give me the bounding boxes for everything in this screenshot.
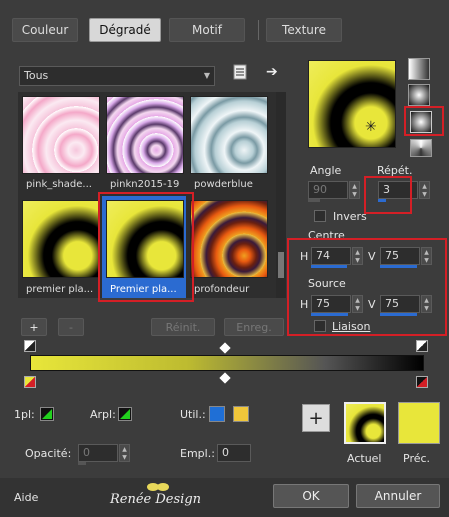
add-button[interactable]: + — [21, 318, 47, 336]
actuel-label: Actuel — [347, 452, 382, 465]
thumbnail-caption: profondeur — [194, 284, 250, 295]
tab-couleur[interactable]: Couleur — [12, 18, 78, 42]
util-label: Util.: — [180, 408, 206, 421]
actuel-swatch[interactable] — [344, 402, 386, 444]
gradient-library-icon[interactable] — [232, 64, 248, 80]
gradient-editor-bar[interactable] — [30, 355, 424, 371]
tab-degrade[interactable]: Dégradé — [89, 18, 161, 42]
opacite-slider[interactable] — [78, 462, 86, 465]
thumbnail-pink-shade[interactable] — [22, 96, 100, 174]
thumbnail-pinkn2015[interactable] — [106, 96, 184, 174]
sunburst-style-button[interactable] — [410, 139, 432, 157]
aide-link[interactable]: Aide — [14, 491, 38, 504]
bottom-left-stop-marker[interactable] — [24, 376, 36, 388]
gradient-category-select[interactable]: Tous ▼ — [19, 66, 215, 86]
tab-separator — [258, 20, 259, 40]
arpl-label: Arpl: — [90, 408, 116, 421]
invers-checkbox[interactable] — [314, 210, 326, 222]
empl-input[interactable]: 0 — [217, 444, 251, 462]
butterfly-icon — [147, 483, 169, 491]
scrollbar-thumb[interactable] — [278, 252, 284, 278]
thumbnail-scrollbar[interactable] — [276, 92, 286, 298]
gradient-preview[interactable]: ✳ — [308, 60, 396, 148]
bottom-right-stop-marker[interactable] — [416, 376, 428, 388]
remove-button[interactable]: - — [58, 318, 84, 336]
prec-swatch[interactable] — [398, 402, 440, 444]
util-blue-swatch[interactable] — [209, 406, 225, 422]
bottom-midpoint-marker[interactable] — [219, 372, 231, 384]
thumbnail-powderblue[interactable] — [190, 96, 268, 174]
lpl-label: 1pl: — [14, 408, 35, 421]
opacite-input[interactable]: 0 — [78, 444, 118, 462]
arrow-right-icon[interactable]: ➔ — [266, 64, 282, 80]
angle-input[interactable]: 90 — [308, 181, 348, 199]
watermark: Renée Design — [110, 482, 210, 512]
thumbnail-premier-plan[interactable] — [22, 200, 100, 278]
tab-texture[interactable]: Texture — [266, 18, 342, 42]
rectangular-style-button[interactable] — [408, 84, 430, 106]
thumbnail-profondeur[interactable] — [190, 200, 268, 278]
angle-label: Angle — [310, 164, 342, 177]
invers-label: Invers — [333, 210, 367, 223]
watermark-text: Renée Design — [110, 492, 202, 507]
ok-button[interactable]: OK — [273, 484, 349, 508]
plus-icon[interactable]: + — [302, 404, 330, 432]
reinit-button[interactable]: Réinit. — [151, 318, 215, 336]
red-annotation-box — [287, 238, 447, 336]
thumbnail-caption: pinkn2015-19 — [110, 179, 180, 190]
empl-label: Empl.: — [180, 447, 215, 460]
opacite-label: Opacité: — [25, 447, 72, 460]
chevron-down-icon: ▼ — [203, 71, 210, 80]
annuler-button[interactable]: Annuler — [356, 484, 440, 508]
repet-spinner[interactable]: ▲ ▼ — [419, 181, 430, 199]
enreg-button[interactable]: Enreg. — [224, 318, 284, 336]
thumbnail-caption: premier pla... — [26, 284, 94, 295]
top-left-stop-marker[interactable] — [24, 340, 36, 352]
thumbnail-caption: powderblue — [194, 179, 253, 190]
util-yellow-swatch[interactable] — [233, 406, 249, 422]
foreground-color-swatch[interactable] — [40, 407, 54, 421]
opacite-spinner[interactable]: ▲ ▼ — [119, 444, 130, 462]
angle-spinner[interactable]: ▲ ▼ — [349, 181, 360, 199]
red-annotation-box — [98, 192, 194, 302]
angle-slider[interactable] — [308, 199, 320, 202]
gradient-category-value: Tous — [24, 69, 49, 82]
thumbnail-caption: pink_shade... — [26, 179, 92, 190]
top-right-stop-marker[interactable] — [416, 340, 428, 352]
red-annotation-box — [364, 176, 412, 214]
red-annotation-box — [404, 106, 444, 136]
center-crosshair-icon[interactable]: ✳ — [365, 119, 377, 135]
tab-motif[interactable]: Motif — [169, 18, 245, 42]
prec-label: Préc. — [403, 452, 431, 465]
background-color-swatch[interactable] — [118, 407, 132, 421]
linear-style-button[interactable] — [408, 58, 430, 80]
top-midpoint-marker[interactable] — [219, 342, 231, 354]
